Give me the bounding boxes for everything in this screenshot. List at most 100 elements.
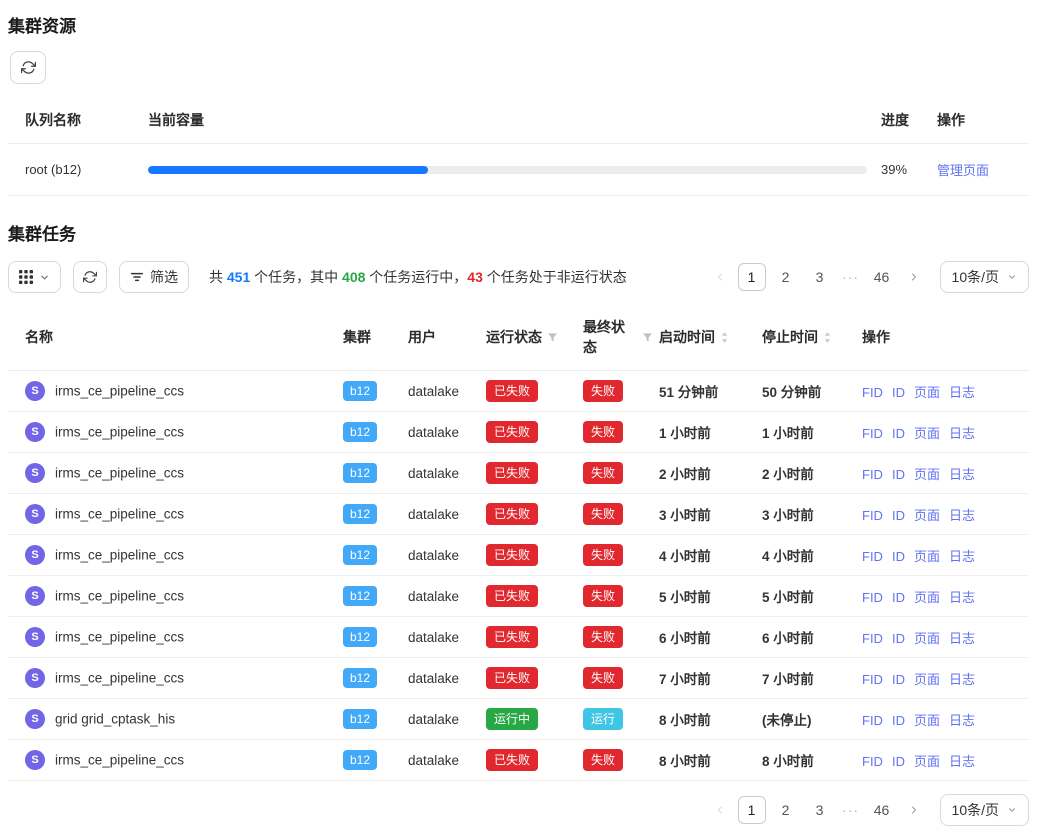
fid-link[interactable]: FID [862, 549, 883, 564]
log-link[interactable]: 日志 [949, 426, 975, 441]
resources-table: 队列名称 当前容量 进度 操作 root (b12) 39% 管理页面 [8, 102, 1029, 196]
id-link[interactable]: ID [892, 713, 905, 728]
page-link[interactable]: 页面 [914, 385, 940, 400]
page-button-3[interactable]: 3 [806, 263, 834, 291]
filter-funnel-icon[interactable] [547, 332, 558, 343]
fid-link[interactable]: FID [862, 508, 883, 523]
page-link[interactable]: 页面 [914, 713, 940, 728]
final-status-badge: 失败 [583, 749, 623, 771]
prev-page-button[interactable] [708, 797, 732, 823]
task-row: Sirms_ce_pipeline_ccsb12datalake已失败失败3 小… [8, 494, 1029, 535]
page-link[interactable]: 页面 [914, 631, 940, 646]
page-ellipsis[interactable]: ··· [840, 269, 862, 285]
start-time: 7 小时前 [659, 658, 762, 699]
page-button-1[interactable]: 1 [738, 796, 766, 824]
sort-icon[interactable] [823, 330, 832, 345]
log-link[interactable]: 日志 [949, 549, 975, 564]
spark-task-icon: S [25, 422, 45, 442]
pagination-bottom: 123 ··· 46 [708, 796, 926, 824]
page-link[interactable]: 页面 [914, 508, 940, 523]
log-link[interactable]: 日志 [949, 754, 975, 769]
start-time: 1 小时前 [659, 412, 762, 453]
task-user: datalake [408, 671, 459, 686]
page-button-46[interactable]: 46 [868, 263, 896, 291]
run-status-badge: 已失败 [486, 421, 538, 443]
fid-link[interactable]: FID [862, 385, 883, 400]
id-link[interactable]: ID [892, 385, 905, 400]
page-link[interactable]: 页面 [914, 672, 940, 687]
prev-page-button[interactable] [708, 264, 732, 290]
page-link[interactable]: 页面 [914, 590, 940, 605]
spark-task-icon: S [25, 463, 45, 483]
page-link[interactable]: 页面 [914, 467, 940, 482]
id-link[interactable]: ID [892, 426, 905, 441]
page-link[interactable]: 页面 [914, 549, 940, 564]
page-link[interactable]: 页面 [914, 754, 940, 769]
filter-button[interactable]: 筛选 [119, 261, 189, 293]
log-link[interactable]: 日志 [949, 590, 975, 605]
page-button-2[interactable]: 2 [772, 263, 800, 291]
col-current-capacity: 当前容量 [148, 102, 881, 144]
tasks-table: 名称 集群 用户 运行状态 最终状态 启动时间 停止时间 操作 Sirms_ce… [8, 307, 1029, 781]
sort-icon[interactable] [720, 330, 729, 345]
fid-link[interactable]: FID [862, 754, 883, 769]
id-link[interactable]: ID [892, 467, 905, 482]
id-link[interactable]: ID [892, 672, 905, 687]
log-link[interactable]: 日志 [949, 713, 975, 728]
task-row: Sirms_ce_pipeline_ccsb12datalake已失败失败51 … [8, 371, 1029, 412]
spark-task-icon: S [25, 709, 45, 729]
start-time: 8 小时前 [659, 740, 762, 781]
log-link[interactable]: 日志 [949, 631, 975, 646]
log-link[interactable]: 日志 [949, 385, 975, 400]
id-link[interactable]: ID [892, 754, 905, 769]
log-link[interactable]: 日志 [949, 672, 975, 687]
spark-task-icon: S [25, 545, 45, 565]
page-button-2[interactable]: 2 [772, 796, 800, 824]
final-status-badge: 失败 [583, 544, 623, 566]
chevron-down-icon [1007, 805, 1017, 815]
page-button-46[interactable]: 46 [868, 796, 896, 824]
cluster-badge: b12 [343, 627, 377, 647]
fid-link[interactable]: FID [862, 631, 883, 646]
grid-view-dropdown-button[interactable] [8, 261, 61, 293]
log-link[interactable]: 日志 [949, 508, 975, 523]
run-status-badge: 已失败 [486, 749, 538, 771]
tasks-refresh-button[interactable] [73, 261, 107, 293]
log-link[interactable]: 日志 [949, 467, 975, 482]
run-status-badge: 已失败 [486, 667, 538, 689]
page-size-select[interactable]: 10条/页 [940, 794, 1029, 826]
page-ellipsis[interactable]: ··· [840, 802, 862, 818]
manage-page-link[interactable]: 管理页面 [937, 163, 989, 178]
col-cluster: 集群 [343, 307, 408, 371]
final-status-badge: 失败 [583, 667, 623, 689]
page-button-1[interactable]: 1 [738, 263, 766, 291]
page-link[interactable]: 页面 [914, 426, 940, 441]
tasks-section-title: 集群任务 [8, 220, 1029, 245]
page-size-select[interactable]: 10条/页 [940, 261, 1029, 293]
id-link[interactable]: ID [892, 508, 905, 523]
page: 集群资源 队列名称 当前容量 进度 操作 root (b12) [0, 0, 1039, 838]
task-name: grid grid_cptask_his [55, 712, 175, 727]
capacity-progress-fill [148, 166, 428, 174]
task-name: irms_ce_pipeline_ccs [55, 425, 184, 440]
run-status-badge: 已失败 [486, 544, 538, 566]
fid-link[interactable]: FID [862, 672, 883, 687]
page-size-value: 10条/页 [952, 267, 999, 287]
footer-bar: 123 ··· 46 10条/页 [8, 794, 1029, 838]
task-user: datalake [408, 507, 459, 522]
fid-link[interactable]: FID [862, 426, 883, 441]
page-button-3[interactable]: 3 [806, 796, 834, 824]
id-link[interactable]: ID [892, 631, 905, 646]
filter-funnel-icon[interactable] [642, 332, 653, 343]
next-page-button[interactable] [902, 797, 926, 823]
fid-link[interactable]: FID [862, 713, 883, 728]
fid-link[interactable]: FID [862, 590, 883, 605]
pagination-top: 123 ··· 46 [708, 263, 926, 291]
summary-text: 个任务运行中， [365, 269, 467, 285]
next-page-button[interactable] [902, 264, 926, 290]
id-link[interactable]: ID [892, 549, 905, 564]
cluster-badge: b12 [343, 381, 377, 401]
resources-refresh-button[interactable] [10, 51, 46, 84]
fid-link[interactable]: FID [862, 467, 883, 482]
id-link[interactable]: ID [892, 590, 905, 605]
